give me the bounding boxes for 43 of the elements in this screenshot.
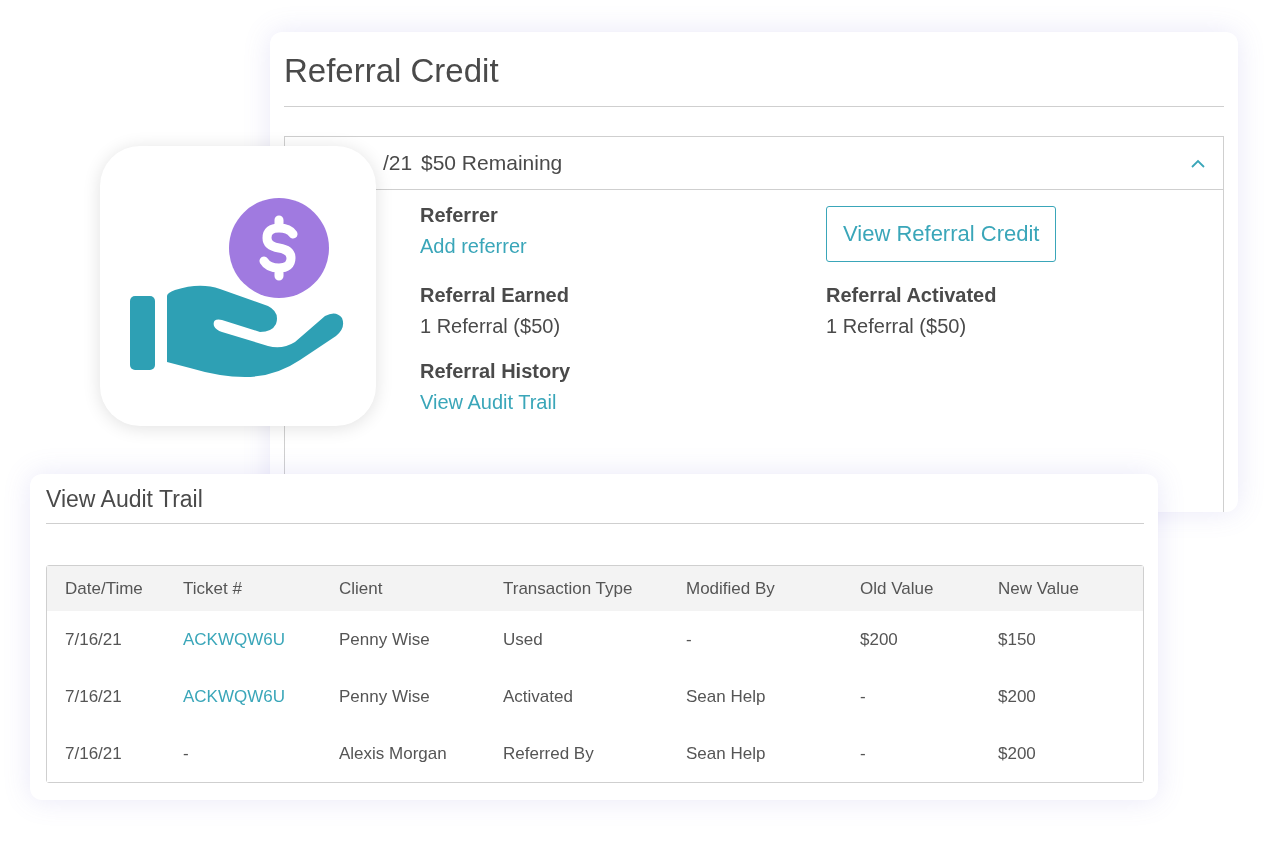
credit-date: /21 (383, 151, 414, 175)
ticket-link[interactable]: ACKWQW6U (183, 629, 285, 650)
table-cell: $150 (998, 629, 1036, 650)
table-cell: 7/16/21 (65, 743, 122, 764)
table-cell: - (686, 629, 692, 650)
table-cell: - (860, 686, 866, 707)
table-cell: Used (503, 629, 543, 650)
table-cell: $200 (860, 629, 898, 650)
field-value: 1 Referral ($50) (420, 315, 561, 338)
field-label: Referral Earned (420, 284, 570, 307)
field-link[interactable]: View Audit Trail (420, 391, 557, 414)
table-cell: - (183, 743, 189, 764)
column-header: Client (339, 578, 384, 599)
table-cell: - (860, 743, 866, 764)
view-referral-credit-button[interactable]: View Referral Credit (826, 206, 1057, 262)
field-label: Referral Activated (826, 284, 998, 307)
table-cell: Sean Help (686, 743, 766, 764)
table-cell: Sean Help (686, 686, 766, 707)
column-header: Ticket # (183, 578, 243, 599)
field-label: Referrer (420, 204, 499, 227)
card-title: View Audit Trail (46, 486, 204, 513)
hand-coin-icon (130, 198, 344, 377)
ticket-link[interactable]: ACKWQW6U (183, 686, 285, 707)
field-label: Referral History (420, 360, 572, 383)
table-cell: 7/16/21 (65, 629, 122, 650)
table-cell: Activated (503, 686, 573, 707)
table-cell: $200 (998, 686, 1036, 707)
table-cell: 7/16/21 (65, 686, 122, 707)
remaining-amount: $50 Remaining (421, 151, 564, 175)
column-header: Transaction Type (503, 578, 634, 599)
field-value: 1 Referral ($50) (826, 315, 967, 338)
column-header: Old Value (860, 578, 935, 599)
table-cell: Referred By (503, 743, 594, 764)
field-link[interactable]: Add referrer (420, 235, 527, 258)
table-cell: Penny Wise (339, 686, 430, 707)
column-header: Date/Time (65, 578, 144, 599)
chevron-icon[interactable] (1191, 158, 1205, 168)
column-header: New Value (998, 578, 1080, 599)
table-cell: Penny Wise (339, 629, 430, 650)
card-title: Referral Credit (284, 52, 500, 90)
table-cell: Alexis Morgan (339, 743, 447, 764)
column-header: Modified By (686, 578, 776, 599)
table-cell: $200 (998, 743, 1036, 764)
